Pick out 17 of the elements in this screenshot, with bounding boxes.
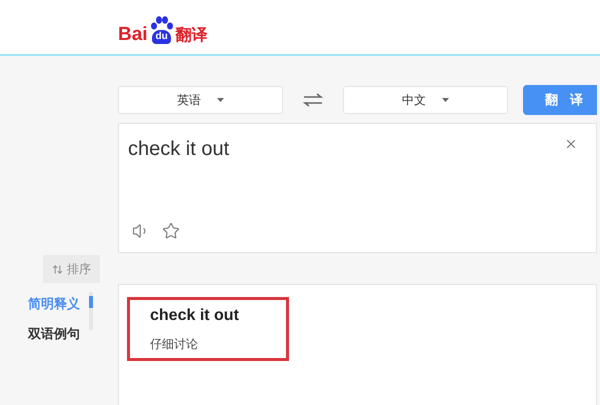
target-language-select[interactable]: 中文: [343, 86, 508, 114]
logo-text: Bai: [118, 25, 148, 44]
close-icon[interactable]: [564, 137, 578, 151]
input-field[interactable]: check it out: [128, 134, 564, 164]
sort-icon: [52, 264, 63, 274]
logo-text: 翻译: [176, 28, 208, 44]
dropdown-caret-icon: [217, 98, 224, 102]
source-language-select[interactable]: 英语: [118, 86, 283, 114]
paw-icon: [150, 16, 174, 30]
logo-badge: du: [152, 30, 171, 44]
swap-icon[interactable]: [303, 93, 323, 107]
dropdown-caret-icon: [442, 98, 449, 102]
star-icon[interactable]: [162, 222, 180, 240]
indicator-thumb: [89, 296, 93, 308]
result-term: check it out: [150, 306, 240, 326]
sidebar-item[interactable]: 双语例句: [28, 325, 80, 343]
result-meaning: 仔细讨论: [150, 336, 199, 353]
